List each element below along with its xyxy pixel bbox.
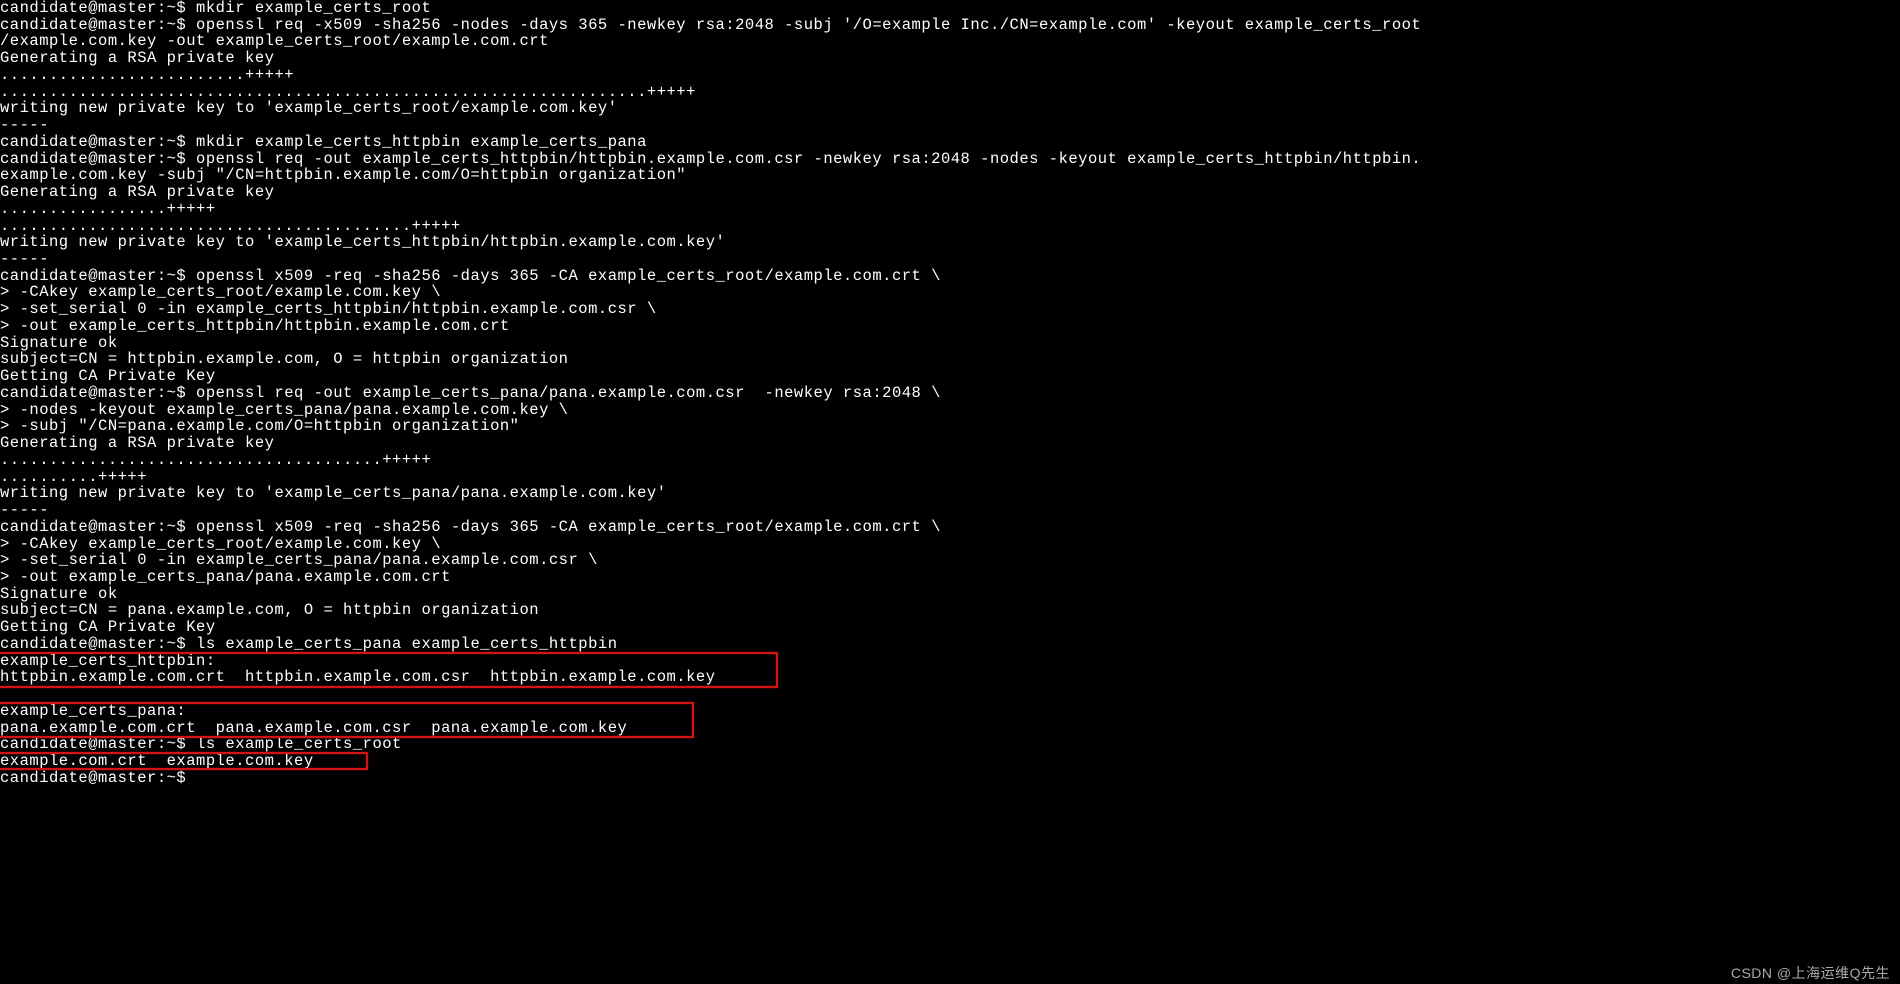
- terminal-line: candidate@master:~$ openssl x509 -req -s…: [0, 519, 1900, 536]
- terminal-line: > -subj "/CN=pana.example.com/O=httpbin …: [0, 418, 1900, 435]
- terminal-line: candidate@master:~$ openssl req -x509 -s…: [0, 17, 1900, 34]
- terminal-line: example_certs_pana:: [0, 703, 1900, 720]
- terminal-line: Generating a RSA private key: [0, 50, 1900, 67]
- terminal-line: > -set_serial 0 -in example_certs_pana/p…: [0, 552, 1900, 569]
- terminal-line: Generating a RSA private key: [0, 184, 1900, 201]
- terminal-line: example_certs_httpbin:: [0, 653, 1900, 670]
- terminal-line: Signature ok: [0, 335, 1900, 352]
- terminal-line: Getting CA Private Key: [0, 368, 1900, 385]
- terminal-line: [0, 686, 1900, 703]
- terminal-line: > -set_serial 0 -in example_certs_httpbi…: [0, 301, 1900, 318]
- terminal-line: candidate@master:~$ ls example_certs_roo…: [0, 736, 1900, 753]
- terminal-line: -----: [0, 117, 1900, 134]
- terminal-line: candidate@master:~$ mkdir example_certs_…: [0, 0, 1900, 17]
- terminal-line: ........................................…: [0, 218, 1900, 235]
- terminal-line: .......................................+…: [0, 452, 1900, 469]
- terminal-line: Generating a RSA private key: [0, 435, 1900, 452]
- terminal-line: candidate@master:~$ openssl req -out exa…: [0, 151, 1900, 168]
- terminal-line: /example.com.key -out example_certs_root…: [0, 33, 1900, 50]
- watermark-text: CSDN @上海运维Q先生: [1731, 966, 1890, 981]
- terminal-line: candidate@master:~$: [0, 770, 1900, 787]
- terminal-line: example.com.key -subj "/CN=httpbin.examp…: [0, 167, 1900, 184]
- terminal-line: ........................................…: [0, 84, 1900, 101]
- terminal-line: Getting CA Private Key: [0, 619, 1900, 636]
- terminal-line: .........................+++++: [0, 67, 1900, 84]
- terminal-line: -----: [0, 251, 1900, 268]
- terminal-line: candidate@master:~$ openssl x509 -req -s…: [0, 268, 1900, 285]
- terminal-line: writing new private key to 'example_cert…: [0, 485, 1900, 502]
- terminal-line: candidate@master:~$ mkdir example_certs_…: [0, 134, 1900, 151]
- terminal-line: candidate@master:~$ openssl req -out exa…: [0, 385, 1900, 402]
- terminal-line: > -CAkey example_certs_root/example.com.…: [0, 284, 1900, 301]
- terminal-line: ..........+++++: [0, 469, 1900, 486]
- terminal-output[interactable]: candidate@master:~$ mkdir example_certs_…: [0, 0, 1900, 787]
- terminal-line: > -CAkey example_certs_root/example.com.…: [0, 536, 1900, 553]
- terminal-line: candidate@master:~$ ls example_certs_pan…: [0, 636, 1900, 653]
- terminal-line: httpbin.example.com.crt httpbin.example.…: [0, 669, 1900, 686]
- terminal-line: pana.example.com.crt pana.example.com.cs…: [0, 720, 1900, 737]
- terminal-line: writing new private key to 'example_cert…: [0, 234, 1900, 251]
- terminal-line: subject=CN = httpbin.example.com, O = ht…: [0, 351, 1900, 368]
- terminal-line: writing new private key to 'example_cert…: [0, 100, 1900, 117]
- terminal-line: > -nodes -keyout example_certs_pana/pana…: [0, 402, 1900, 419]
- terminal-line: > -out example_certs_httpbin/httpbin.exa…: [0, 318, 1900, 335]
- terminal-line: example.com.crt example.com.key: [0, 753, 1900, 770]
- terminal-line: subject=CN = pana.example.com, O = httpb…: [0, 602, 1900, 619]
- terminal-line: .................+++++: [0, 201, 1900, 218]
- terminal-line: Signature ok: [0, 586, 1900, 603]
- terminal-line: > -out example_certs_pana/pana.example.c…: [0, 569, 1900, 586]
- terminal-line: -----: [0, 502, 1900, 519]
